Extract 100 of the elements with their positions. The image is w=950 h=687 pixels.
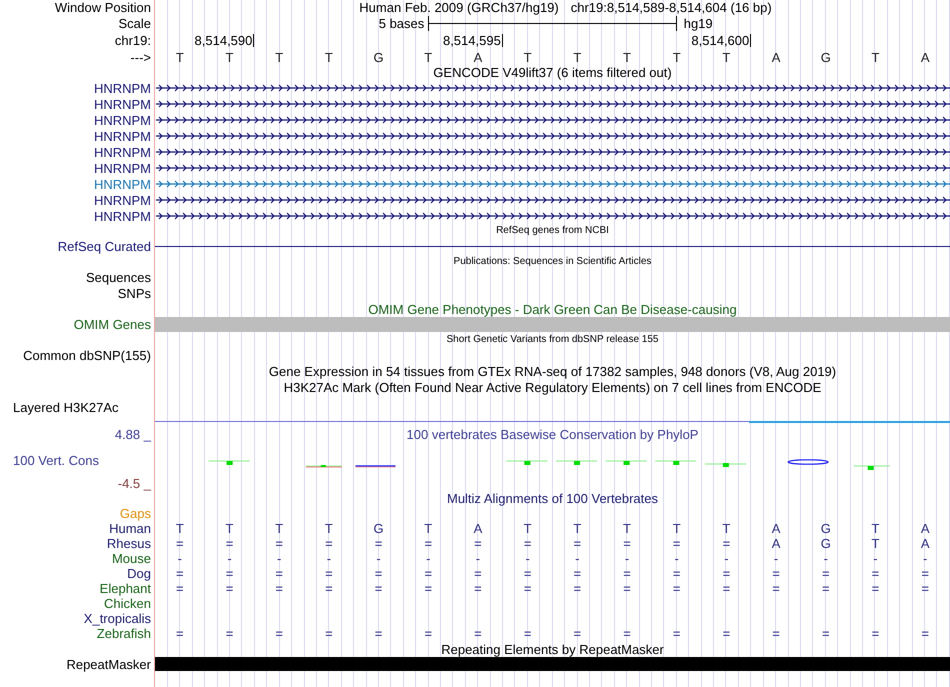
alignment-base: -: [575, 552, 580, 565]
alignment-base: =: [872, 627, 880, 640]
base-letter: T: [722, 50, 730, 64]
track-title: Short Genetic Variants from dbSNP release 155: [446, 335, 658, 345]
alignment-base: -: [674, 552, 679, 565]
track-label: Common dbSNP(155): [23, 349, 151, 362]
species-label: Mouse: [112, 552, 151, 565]
alignment-base: =: [176, 537, 184, 550]
alignment-base: T: [524, 522, 532, 535]
alignment-base: A: [920, 522, 930, 535]
alignment-base: T: [722, 522, 730, 535]
base-letter: A: [920, 50, 930, 64]
species-label: Rhesus: [106, 537, 151, 550]
alignment-base: =: [672, 627, 681, 640]
alignment-base: =: [574, 537, 582, 550]
alignment-base: =: [176, 627, 184, 640]
gene-label: HNRNPM: [94, 194, 151, 206]
alignment-base: =: [226, 627, 234, 640]
alignment-base: =: [424, 582, 432, 595]
alignment-base: =: [176, 582, 184, 595]
alignment-base: =: [921, 567, 929, 580]
alignment-base: G: [374, 522, 384, 535]
base-letter: G: [820, 50, 831, 64]
alignment-base: =: [722, 567, 730, 580]
alignment-base: A: [920, 537, 930, 550]
alignment-base: A: [772, 537, 780, 550]
alignment-base: =: [374, 537, 382, 550]
gene-label: HNRNPM: [94, 178, 151, 190]
track-title: Publications: Sequences in Scientific Articles: [454, 257, 652, 267]
alignment-base: T: [573, 522, 582, 535]
base-letter: T: [524, 50, 532, 64]
alignment-base: -: [376, 552, 381, 565]
alignment-base: =: [672, 567, 681, 580]
alignment-base: =: [524, 567, 532, 580]
alignment-base: =: [722, 582, 730, 595]
alignment-base: =: [872, 582, 880, 595]
alignment-base: =: [325, 627, 333, 640]
alignment-base: =: [921, 582, 929, 595]
alignment-base: -: [326, 552, 332, 565]
alignment-base: =: [325, 537, 333, 550]
alignment-base: G: [820, 537, 831, 550]
alignment-base: =: [424, 537, 432, 550]
alignment-base: =: [325, 567, 333, 580]
alignment-base: =: [772, 582, 780, 595]
scale-text: 5 bases: [378, 17, 426, 30]
gene-label: HNRNPM: [94, 162, 151, 174]
track-label: Gaps: [120, 507, 151, 520]
track-label: Layered H3K27Ac: [13, 401, 119, 414]
alignment-base: =: [623, 582, 631, 595]
alignment-base: =: [524, 582, 532, 595]
track-label: Sequences: [86, 271, 151, 284]
base-letter: T: [275, 50, 284, 64]
alignment-base: =: [226, 537, 234, 550]
alignment-base: =: [822, 582, 830, 595]
base-letter: T: [573, 50, 582, 64]
position-tick: 8,514,590: [155, 34, 254, 47]
alignment-base: =: [325, 582, 333, 595]
alignment-base: -: [922, 552, 928, 565]
alignment-base: G: [820, 522, 831, 535]
alignment-base: =: [574, 582, 582, 595]
alignment-base: =: [772, 567, 780, 580]
alignment-base: -: [525, 552, 530, 565]
alignment-base: =: [623, 567, 631, 580]
alignment-base: -: [476, 552, 480, 565]
alignment-base: -: [624, 552, 630, 565]
alignment-base: =: [524, 627, 532, 640]
alignment-base: T: [176, 522, 184, 535]
alignment-base: =: [176, 567, 184, 580]
species-label: Zebrafish: [96, 627, 151, 640]
track-title: Gene Expression in 54 tissues from GTEx RNA-seq of 17382 samples, 948 donors (V8, Aug 2019): [268, 365, 836, 378]
gene-label: HNRNPM: [94, 82, 151, 94]
alignment-base: T: [275, 522, 284, 535]
alignment-base: -: [178, 552, 182, 565]
alignment-base: =: [574, 567, 582, 580]
alignment-base: =: [872, 567, 880, 580]
alignment-base: =: [424, 627, 432, 640]
base-letter: T: [871, 50, 880, 64]
track-label: RepeatMasker: [66, 658, 151, 670]
alignment-base: T: [324, 522, 333, 535]
alignment-base: =: [574, 627, 582, 640]
alignment-base: T: [424, 522, 432, 535]
alignment-base: =: [474, 627, 482, 640]
species-label: Elephant: [100, 582, 151, 595]
gene-label: HNRNPM: [94, 146, 151, 158]
species-label: Human: [109, 522, 151, 535]
alignment-base: T: [623, 522, 631, 535]
alignment-base: =: [424, 567, 432, 580]
alignment-base: =: [226, 582, 234, 595]
track-title: 100 vertebrates Basewise Conservation by PhyloP: [406, 428, 698, 440]
track-label: 100 Vert. Cons: [13, 454, 99, 466]
axis-max-label: 4.88 _: [114, 428, 151, 440]
assembly-label: hg19: [682, 17, 714, 30]
species-label: Chicken: [104, 597, 151, 610]
alignment-base: =: [921, 627, 929, 640]
base-letter: T: [324, 50, 333, 64]
alignment-base: =: [672, 537, 681, 550]
track-label: Scale: [118, 17, 151, 30]
alignment-base: -: [227, 552, 232, 565]
track-label: Window Position: [54, 1, 151, 14]
alignment-base: -: [873, 552, 878, 565]
